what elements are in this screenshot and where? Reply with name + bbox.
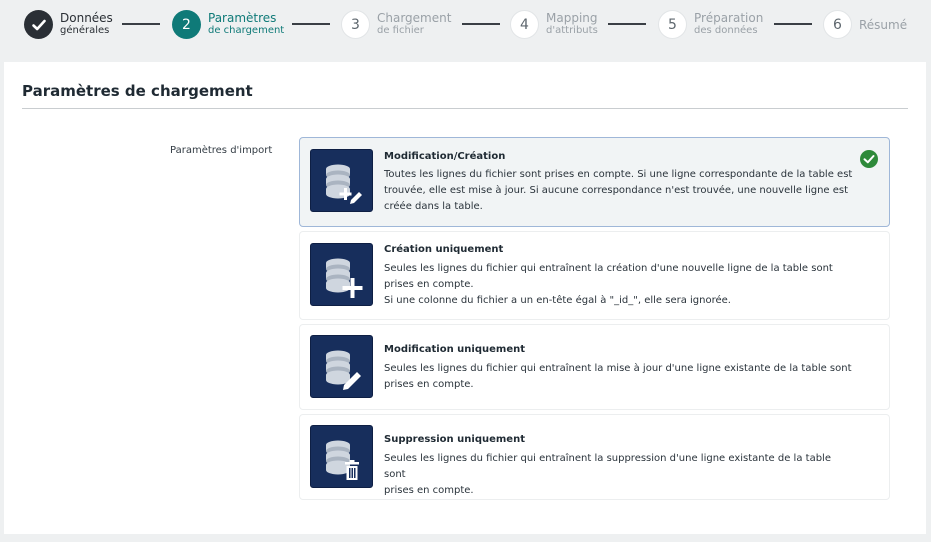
database-add-icon [310, 243, 373, 306]
option-title: Suppression uniquement [384, 434, 525, 445]
step-2[interactable]: 2 Paramètres de chargement [172, 10, 284, 39]
database-edit-icon [310, 335, 373, 398]
step-1[interactable]: Données générales [24, 10, 113, 39]
option-modification-creation[interactable]: Modification/Création Toutes les lignes … [299, 137, 890, 227]
step-5[interactable]: 5 Préparation des données [658, 10, 763, 39]
option-description: Seules les lignes du fichier qui entraîn… [384, 361, 854, 393]
load-settings-panel: Paramètres de chargement Paramètres d'im… [4, 62, 926, 534]
step-subtitle: de chargement [208, 25, 285, 36]
page-title: Paramètres de chargement [22, 82, 253, 100]
description-line: Seules les lignes du fichier qui entraîn… [384, 453, 831, 480]
description-line: Seules les lignes du fichier qui entraîn… [384, 263, 833, 274]
description-line: prises en compte. [384, 279, 474, 290]
description-line: Toutes les lignes du fichier sont prises… [384, 169, 853, 180]
option-modification-only[interactable]: Modification uniquement Seules les ligne… [299, 324, 890, 410]
import-settings-label: Paramètres d'import [170, 145, 273, 156]
step-title: Paramètres [208, 11, 277, 25]
step-number: 5 [658, 10, 687, 39]
step-3[interactable]: 3 Chargement de fichier [341, 10, 451, 39]
step-subtitle: des données [694, 25, 758, 36]
option-title: Modification uniquement [384, 344, 526, 355]
step-title: Résumé [859, 17, 908, 32]
step-number: 3 [341, 10, 370, 39]
step-title: Mapping [546, 11, 598, 25]
description-line: prises en compte. [384, 379, 474, 390]
database-edit-add-icon [310, 149, 373, 212]
step-subtitle: générales [60, 25, 110, 36]
step-number: 2 [172, 10, 201, 39]
database-delete-icon [310, 425, 373, 488]
stepper: Données générales 2 Paramètres de charge… [0, 0, 931, 52]
option-description: Seules les lignes du fichier qui entraîn… [384, 451, 854, 499]
step-title: Préparation [694, 11, 764, 25]
description-line: créée dans la table. [384, 201, 483, 212]
option-deletion-only[interactable]: Suppression uniquement Seules les lignes… [299, 414, 890, 500]
description-line: Seules les lignes du fichier qui entraîn… [384, 363, 852, 374]
step-number: 6 [823, 10, 852, 39]
step-connector [774, 23, 812, 25]
step-subtitle: de fichier [377, 25, 424, 36]
description-line: trouvée, elle est mise à jour. Si aucune… [384, 185, 849, 196]
step-connector [292, 23, 330, 25]
step-connector [122, 23, 160, 25]
option-description: Toutes les lignes du fichier sont prises… [384, 167, 854, 215]
step-6[interactable]: 6 Résumé [823, 10, 907, 39]
step-connector [462, 23, 500, 25]
step-title: Chargement [377, 11, 452, 25]
step-title: Données [60, 11, 113, 25]
step-connector [608, 23, 646, 25]
description-line: prises en compte. [384, 485, 474, 496]
divider [22, 108, 908, 109]
check-icon [24, 10, 53, 39]
option-description: Seules les lignes du fichier qui entraîn… [384, 261, 854, 309]
selected-check-icon [860, 150, 878, 168]
step-number: 4 [510, 10, 539, 39]
option-creation-only[interactable]: Création uniquement Seules les lignes du… [299, 231, 890, 320]
step-4[interactable]: 4 Mapping d'attributs [510, 10, 598, 39]
description-line: Si une colonne du fichier a un en-tête é… [384, 295, 731, 306]
option-title: Création uniquement [384, 244, 504, 255]
step-subtitle: d'attributs [546, 25, 598, 36]
option-title: Modification/Création [384, 151, 506, 162]
